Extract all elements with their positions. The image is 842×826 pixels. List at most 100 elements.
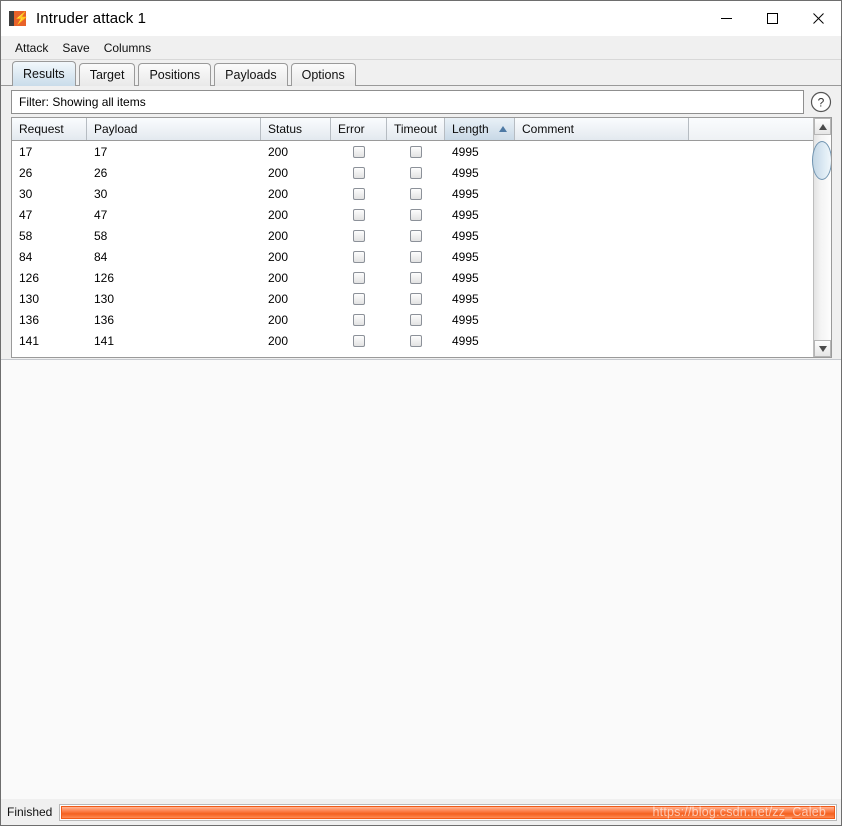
cell-filler: [689, 204, 813, 225]
cell-comment: [515, 204, 689, 225]
column-header-error[interactable]: Error: [331, 118, 387, 140]
cell-timeout: [387, 246, 445, 267]
tab-payloads[interactable]: Payloads: [214, 63, 288, 86]
cell-timeout-checkbox[interactable]: [410, 271, 422, 284]
cell-status: 200: [268, 144, 289, 159]
cell-error: [331, 225, 387, 246]
table-vertical-scrollbar[interactable]: [812, 118, 831, 357]
column-header-status[interactable]: Status: [261, 118, 331, 140]
table-row[interactable]: 26 26 200 4995: [12, 162, 813, 183]
table-row[interactable]: 47 47 200 4995: [12, 204, 813, 225]
cell-timeout-checkbox[interactable]: [410, 250, 422, 263]
cell-request: 84: [19, 249, 33, 264]
maximize-button[interactable]: [749, 1, 795, 36]
help-button[interactable]: ?: [810, 91, 832, 113]
scroll-up-button[interactable]: [814, 118, 831, 135]
cell-filler: [689, 141, 813, 162]
cell-request: 58: [19, 228, 33, 243]
table-row[interactable]: 58 58 200 4995: [12, 225, 813, 246]
cell-timeout-checkbox[interactable]: [410, 229, 422, 242]
table-header-row: Request Payload Status Error Timeout Len…: [12, 118, 813, 141]
cell-request: 126: [19, 270, 40, 285]
cell-timeout: [387, 204, 445, 225]
table-row[interactable]: 130 130 200 4995: [12, 288, 813, 309]
cell-filler: [689, 330, 813, 351]
menu-bar: Attack Save Columns: [1, 36, 841, 60]
cell-filler: [689, 309, 813, 330]
filter-bar[interactable]: Filter: Showing all items: [11, 89, 804, 114]
cell-status: 200: [268, 186, 289, 201]
cell-error: [331, 246, 387, 267]
column-header-length[interactable]: Length: [445, 118, 515, 140]
column-header-request[interactable]: Request: [12, 118, 87, 140]
cell-timeout-checkbox[interactable]: [410, 187, 422, 200]
cell-length: 4995: [452, 249, 479, 264]
menu-item-columns[interactable]: Columns: [99, 39, 157, 57]
status-label: Finished: [7, 805, 53, 819]
scroll-up-icon: [818, 123, 827, 130]
cell-error-checkbox[interactable]: [353, 271, 365, 284]
cell-payload: 26: [94, 165, 108, 180]
table-row[interactable]: 136 136 200 4995: [12, 309, 813, 330]
menu-item-attack[interactable]: Attack: [10, 39, 54, 57]
cell-timeout-checkbox[interactable]: [410, 334, 422, 347]
minimize-button[interactable]: [703, 1, 749, 36]
tab-results[interactable]: Results: [12, 61, 76, 86]
cell-error: [331, 141, 387, 162]
menu-item-save[interactable]: Save: [57, 39, 95, 57]
cell-request: 47: [19, 207, 33, 222]
scrollbar-track[interactable]: [812, 135, 831, 340]
cell-error-checkbox[interactable]: [353, 334, 365, 347]
table-row[interactable]: 17 17 200 4995: [12, 141, 813, 162]
column-header-payload[interactable]: Payload: [87, 118, 261, 140]
column-header-timeout[interactable]: Timeout: [387, 118, 445, 140]
cell-error-checkbox[interactable]: [353, 313, 365, 326]
close-button[interactable]: [795, 1, 841, 36]
cell-error-checkbox[interactable]: [353, 145, 365, 158]
cell-payload: 58: [94, 228, 108, 243]
cell-timeout-checkbox[interactable]: [410, 208, 422, 221]
cell-comment: [515, 246, 689, 267]
cell-timeout-checkbox[interactable]: [410, 166, 422, 179]
cell-error-checkbox[interactable]: [353, 166, 365, 179]
cell-error-checkbox[interactable]: [353, 292, 365, 305]
cell-request: 30: [19, 186, 33, 201]
tab-positions[interactable]: Positions: [138, 63, 212, 86]
column-header-comment[interactable]: Comment: [515, 118, 689, 140]
cell-error: [331, 162, 387, 183]
table-rows: 17 17 200 4995 26 26 200 4995 30 30 200 4995 47 47 200…: [12, 141, 813, 357]
cell-error: [331, 204, 387, 225]
cell-error-checkbox[interactable]: [353, 229, 365, 242]
table-row[interactable]: 141 141 200 4995: [12, 330, 813, 351]
cell-status: 200: [268, 291, 289, 306]
cell-error-checkbox[interactable]: [353, 208, 365, 221]
cell-length: 4995: [452, 333, 479, 348]
cell-payload: 30: [94, 186, 108, 201]
cell-error-checkbox[interactable]: [353, 250, 365, 263]
cell-status: 200: [268, 249, 289, 264]
tab-options[interactable]: Options: [290, 63, 356, 86]
maximize-icon: [766, 13, 778, 24]
scrollbar-thumb[interactable]: [812, 141, 831, 180]
cell-error-checkbox[interactable]: [353, 187, 365, 200]
cell-timeout: [387, 330, 445, 351]
scroll-down-button[interactable]: [814, 340, 831, 357]
cell-payload: 130: [94, 291, 115, 306]
cell-timeout-checkbox[interactable]: [410, 313, 422, 326]
table-row[interactable]: 126 126 200 4995: [12, 267, 813, 288]
cell-request: 26: [19, 165, 33, 180]
cell-filler: [689, 288, 813, 309]
table-row[interactable]: 30 30 200 4995: [12, 183, 813, 204]
cell-timeout: [387, 267, 445, 288]
tab-strip: Results Target Positions Payloads Option…: [1, 60, 841, 86]
cell-timeout-checkbox[interactable]: [410, 145, 422, 158]
minimize-icon: [720, 18, 732, 19]
tab-target[interactable]: Target: [78, 63, 136, 86]
attack-progress-fill: [61, 805, 835, 819]
cell-status: 200: [268, 312, 289, 327]
cell-timeout-checkbox[interactable]: [410, 292, 422, 305]
cell-length: 4995: [452, 144, 479, 159]
cell-payload: 17: [94, 144, 108, 159]
results-table-zone: Request Payload Status Error Timeout Len…: [1, 117, 841, 368]
table-row[interactable]: 84 84 200 4995: [12, 246, 813, 267]
